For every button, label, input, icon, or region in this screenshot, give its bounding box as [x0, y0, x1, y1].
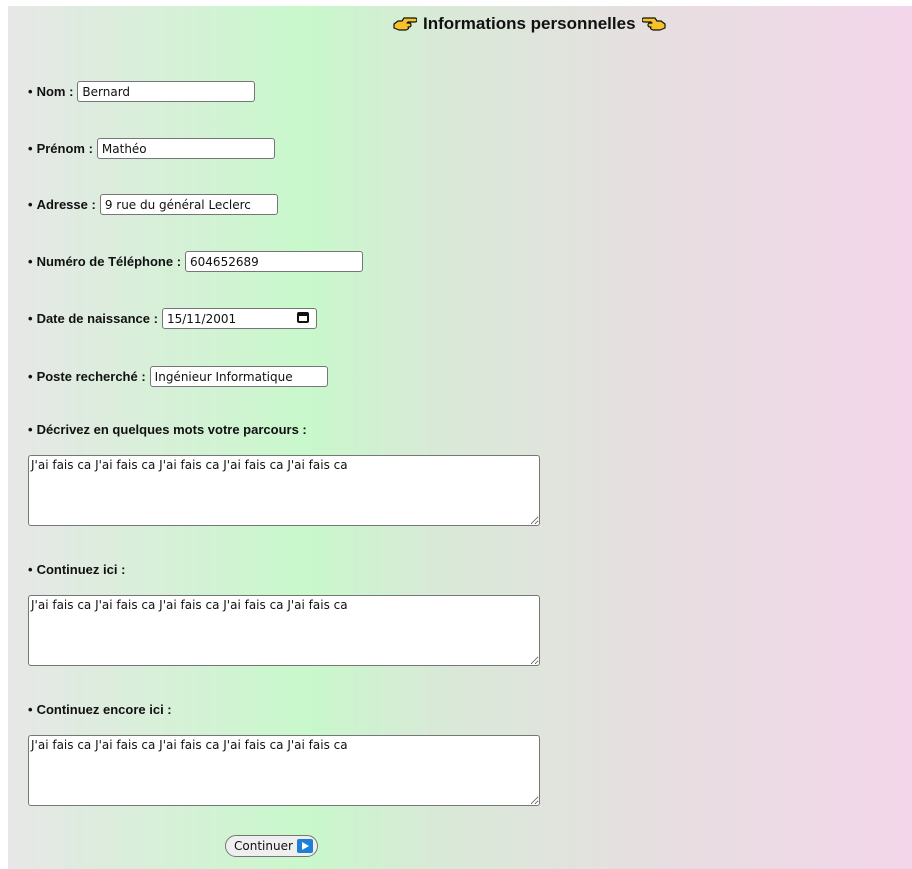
form-page: Informations personnelles • Nom : • Prén…	[8, 6, 912, 869]
telephone-input[interactable]	[185, 251, 364, 272]
poste-label: Poste recherché :	[36, 369, 146, 384]
encore-label: Continuez encore ici :	[36, 702, 172, 717]
telephone-label: Numéro de Téléphone :	[36, 254, 182, 269]
adresse-label: Adresse :	[36, 197, 96, 212]
naissance-row: • Date de naissance :	[28, 308, 317, 329]
continuez-row: • Continuez ici :	[28, 562, 125, 577]
naissance-input[interactable]	[162, 309, 291, 328]
bullet: •	[28, 311, 33, 326]
play-icon	[296, 839, 313, 853]
page-title: Informations personnelles	[423, 14, 636, 33]
parcours-row: • Décrivez en quelques mots votre parcou…	[28, 422, 307, 437]
encore-textarea[interactable]: J'ai fais ca J'ai fais ca J'ai fais ca J…	[28, 735, 540, 806]
bullet: •	[28, 84, 33, 99]
bullet: •	[28, 422, 33, 437]
encore-row: • Continuez encore ici :	[28, 702, 172, 717]
bullet: •	[28, 702, 33, 717]
pointing-left-hand-icon	[641, 17, 666, 31]
bullet: •	[28, 197, 33, 212]
date-picker[interactable]	[161, 308, 317, 329]
adresse-input[interactable]	[99, 194, 278, 215]
prenom-input[interactable]	[96, 138, 275, 159]
bullet: •	[28, 369, 33, 384]
poste-row: • Poste recherché :	[28, 366, 328, 387]
nom-label: Nom :	[36, 84, 74, 99]
naissance-label: Date de naissance :	[36, 311, 158, 326]
continuez-textarea[interactable]: J'ai fais ca J'ai fais ca J'ai fais ca J…	[28, 595, 540, 666]
nom-row: • Nom :	[28, 81, 256, 102]
prenom-row: • Prénom :	[28, 138, 275, 159]
adresse-row: • Adresse :	[28, 194, 278, 215]
bullet: •	[28, 562, 33, 577]
calendar-icon[interactable]	[296, 312, 309, 323]
poste-input[interactable]	[149, 366, 328, 387]
parcours-label: Décrivez en quelques mots votre parcours…	[36, 422, 307, 437]
continuer-button[interactable]: Continuer	[225, 835, 318, 857]
bullet: •	[28, 254, 33, 269]
page-title-container: Informations personnelles	[393, 14, 666, 34]
continuez-label: Continuez ici :	[36, 562, 126, 577]
telephone-row: • Numéro de Téléphone :	[28, 251, 364, 272]
parcours-textarea[interactable]: J'ai fais ca J'ai fais ca J'ai fais ca J…	[28, 455, 540, 526]
prenom-label: Prénom :	[36, 141, 93, 156]
bullet: •	[28, 141, 33, 156]
continuer-label: Continuer	[234, 839, 293, 853]
pointing-right-hand-icon	[393, 17, 417, 31]
nom-input[interactable]	[77, 81, 256, 102]
